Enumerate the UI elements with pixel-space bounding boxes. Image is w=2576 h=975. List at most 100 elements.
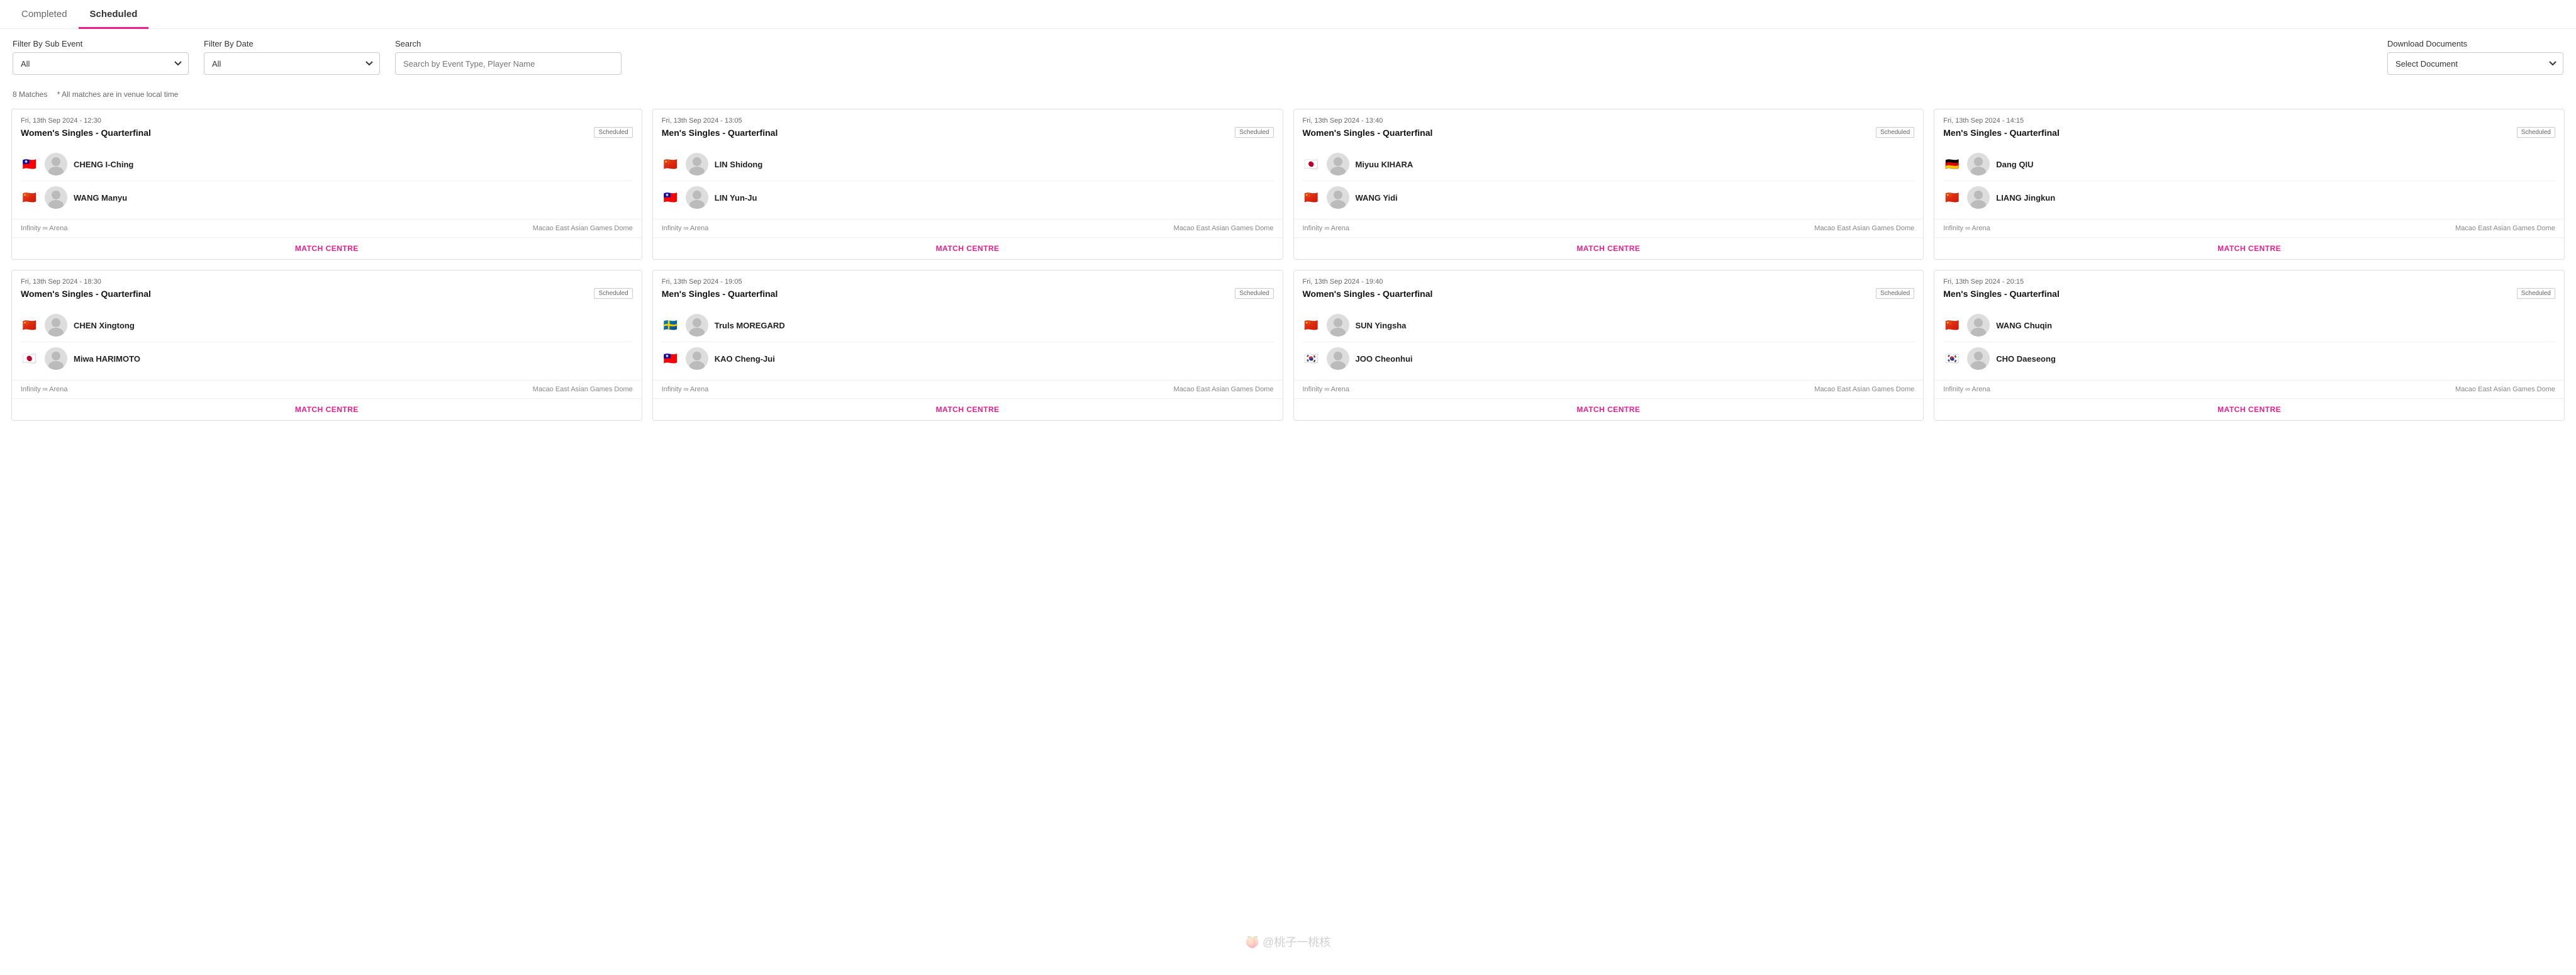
match-players: 🇩🇪 Dang QIU 🇨🇳 LIANG Jingkun bbox=[1934, 143, 2564, 219]
player-name: CHENG I-Ching bbox=[74, 160, 133, 169]
match-footer: Infinity ∞ Arena Macao East Asian Games … bbox=[1934, 219, 2564, 237]
date-filter-label: Filter By Date bbox=[204, 39, 380, 48]
match-title-row: Men's Singles - Quarterfinal Scheduled bbox=[662, 288, 1274, 299]
player-flag: 🇨🇳 bbox=[1943, 319, 1961, 332]
match-card: Fri, 13th Sep 2024 - 18:30 Women's Singl… bbox=[11, 270, 642, 421]
player-flag: 🇰🇷 bbox=[1303, 352, 1320, 365]
match-venue: Infinity ∞ Arena bbox=[1303, 225, 1350, 232]
player-avatar bbox=[1967, 186, 1990, 209]
player-flag: 🇨🇳 bbox=[1943, 191, 1961, 204]
match-players: 🇸🇪 Truls MOREGARD 🇹🇼 KAO Cheng-Jui bbox=[653, 304, 1283, 380]
download-filter: Download Documents Select Document bbox=[2387, 39, 2563, 75]
player-row: 🇯🇵 Miyuu KIHARA bbox=[1303, 148, 1915, 181]
match-players: 🇹🇼 CHENG I-Ching 🇨🇳 WANG Manyu bbox=[12, 143, 642, 219]
match-title: Men's Singles - Quarterfinal bbox=[662, 128, 778, 138]
match-title-row: Women's Singles - Quarterfinal Scheduled bbox=[21, 127, 633, 138]
search-filter: Search bbox=[395, 39, 622, 75]
match-datetime: Fri, 13th Sep 2024 - 19:05 bbox=[662, 278, 1274, 286]
match-card: Fri, 13th Sep 2024 - 12:30 Women's Singl… bbox=[11, 109, 642, 260]
match-location: Macao East Asian Games Dome bbox=[1814, 225, 1914, 232]
match-card: Fri, 13th Sep 2024 - 13:05 Men's Singles… bbox=[652, 109, 1283, 260]
match-players: 🇨🇳 SUN Yingsha 🇰🇷 JOO Cheonhui bbox=[1294, 304, 1924, 380]
match-footer: Infinity ∞ Arena Macao East Asian Games … bbox=[1934, 380, 2564, 398]
player-avatar bbox=[686, 186, 708, 209]
match-datetime: Fri, 13th Sep 2024 - 19:40 bbox=[1303, 278, 1915, 286]
match-header: Fri, 13th Sep 2024 - 13:40 Women's Singl… bbox=[1294, 109, 1924, 143]
match-datetime: Fri, 13th Sep 2024 - 18:30 bbox=[21, 278, 633, 286]
player-name: JOO Cheonhui bbox=[1356, 354, 1413, 364]
player-name: CHO Daeseong bbox=[1996, 354, 2056, 364]
match-card: Fri, 13th Sep 2024 - 19:05 Men's Singles… bbox=[652, 270, 1283, 421]
player-name: WANG Chuqin bbox=[1996, 321, 2052, 330]
match-centre-button[interactable]: MATCH CENTRE bbox=[1934, 237, 2564, 259]
match-status-badge: Scheduled bbox=[2517, 288, 2555, 299]
player-flag: 🇨🇳 bbox=[1303, 191, 1320, 204]
tab-scheduled[interactable]: Scheduled bbox=[79, 0, 149, 28]
player-row: 🇩🇪 Dang QIU bbox=[1943, 148, 2555, 181]
player-row: 🇰🇷 JOO Cheonhui bbox=[1303, 342, 1915, 375]
player-avatar bbox=[1327, 314, 1349, 337]
search-input[interactable] bbox=[395, 52, 622, 75]
player-row: 🇨🇳 WANG Chuqin bbox=[1943, 309, 2555, 342]
watermark: 🍑 @桃子一桃核 bbox=[1246, 933, 1331, 950]
match-datetime: Fri, 13th Sep 2024 - 13:40 bbox=[1303, 117, 1915, 125]
player-row: 🇹🇼 KAO Cheng-Jui bbox=[662, 342, 1274, 375]
match-title-row: Men's Singles - Quarterfinal Scheduled bbox=[662, 127, 1274, 138]
player-flag: 🇨🇳 bbox=[1303, 319, 1320, 332]
match-status-badge: Scheduled bbox=[1876, 127, 1914, 138]
player-name: LIN Yun-Ju bbox=[715, 193, 757, 203]
match-centre-button[interactable]: MATCH CENTRE bbox=[1294, 237, 1924, 259]
match-header: Fri, 13th Sep 2024 - 14:15 Men's Singles… bbox=[1934, 109, 2564, 143]
match-centre-button[interactable]: MATCH CENTRE bbox=[653, 237, 1283, 259]
date-select[interactable]: All bbox=[204, 52, 380, 75]
match-title: Men's Singles - Quarterfinal bbox=[1943, 289, 2060, 299]
player-name: LIANG Jingkun bbox=[1996, 193, 2055, 203]
filters-bar: Filter By Sub Event All Filter By Date A… bbox=[0, 29, 2576, 85]
player-name: WANG Manyu bbox=[74, 193, 127, 203]
player-name: Miyuu KIHARA bbox=[1356, 160, 1413, 169]
match-footer: Infinity ∞ Arena Macao East Asian Games … bbox=[1294, 380, 1924, 398]
match-title-row: Women's Singles - Quarterfinal Scheduled bbox=[1303, 127, 1915, 138]
match-datetime: Fri, 13th Sep 2024 - 20:15 bbox=[1943, 278, 2555, 286]
player-avatar bbox=[1327, 186, 1349, 209]
player-flag: 🇸🇪 bbox=[662, 319, 679, 332]
player-flag: 🇯🇵 bbox=[21, 352, 38, 365]
match-title: Women's Singles - Quarterfinal bbox=[1303, 128, 1433, 138]
match-location: Macao East Asian Games Dome bbox=[1174, 386, 1274, 393]
player-name: LIN Shidong bbox=[715, 160, 763, 169]
player-row: 🇹🇼 LIN Yun-Ju bbox=[662, 181, 1274, 214]
tab-completed[interactable]: Completed bbox=[10, 0, 79, 28]
download-select[interactable]: Select Document bbox=[2387, 52, 2563, 75]
player-flag: 🇹🇼 bbox=[662, 191, 679, 204]
match-location: Macao East Asian Games Dome bbox=[533, 225, 633, 232]
match-footer: Infinity ∞ Arena Macao East Asian Games … bbox=[653, 219, 1283, 237]
match-card: Fri, 13th Sep 2024 - 14:15 Men's Singles… bbox=[1934, 109, 2565, 260]
match-centre-button[interactable]: MATCH CENTRE bbox=[12, 398, 642, 420]
match-centre-button[interactable]: MATCH CENTRE bbox=[1294, 398, 1924, 420]
match-location: Macao East Asian Games Dome bbox=[1814, 386, 1914, 393]
match-venue: Infinity ∞ Arena bbox=[1943, 386, 1990, 393]
match-header: Fri, 13th Sep 2024 - 19:05 Men's Singles… bbox=[653, 270, 1283, 304]
match-footer: Infinity ∞ Arena Macao East Asian Games … bbox=[1294, 219, 1924, 237]
match-card: Fri, 13th Sep 2024 - 19:40 Women's Singl… bbox=[1293, 270, 1924, 421]
match-title-row: Men's Singles - Quarterfinal Scheduled bbox=[1943, 288, 2555, 299]
match-centre-button[interactable]: MATCH CENTRE bbox=[1934, 398, 2564, 420]
match-header: Fri, 13th Sep 2024 - 20:15 Men's Singles… bbox=[1934, 270, 2564, 304]
player-row: 🇯🇵 Miwa HARIMOTO bbox=[21, 342, 633, 375]
match-location: Macao East Asian Games Dome bbox=[1174, 225, 1274, 232]
match-venue: Infinity ∞ Arena bbox=[21, 225, 68, 232]
player-row: 🇨🇳 WANG Yidi bbox=[1303, 181, 1915, 214]
match-players: 🇨🇳 CHEN Xingtong 🇯🇵 Miwa HARIMOTO bbox=[12, 304, 642, 380]
match-header: Fri, 13th Sep 2024 - 18:30 Women's Singl… bbox=[12, 270, 642, 304]
match-centre-button[interactable]: MATCH CENTRE bbox=[653, 398, 1283, 420]
match-footer: Infinity ∞ Arena Macao East Asian Games … bbox=[12, 219, 642, 237]
match-card: Fri, 13th Sep 2024 - 13:40 Women's Singl… bbox=[1293, 109, 1924, 260]
match-centre-button[interactable]: MATCH CENTRE bbox=[12, 237, 642, 259]
match-location: Macao East Asian Games Dome bbox=[533, 386, 633, 393]
tab-bar: Completed Scheduled bbox=[0, 0, 2576, 29]
match-title: Men's Singles - Quarterfinal bbox=[1943, 128, 2060, 138]
player-name: KAO Cheng-Jui bbox=[715, 354, 775, 364]
player-flag: 🇨🇳 bbox=[21, 319, 38, 332]
match-status-badge: Scheduled bbox=[1235, 127, 1273, 138]
sub-event-select[interactable]: All bbox=[13, 52, 189, 75]
